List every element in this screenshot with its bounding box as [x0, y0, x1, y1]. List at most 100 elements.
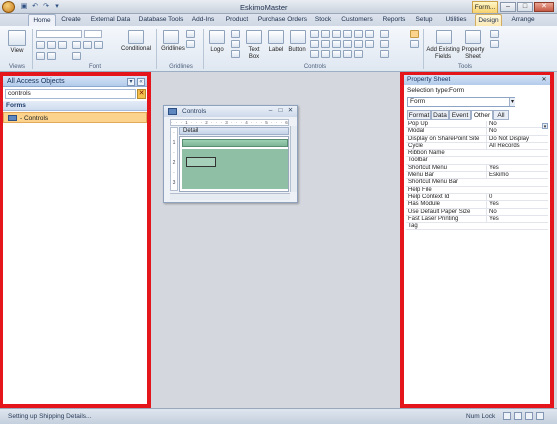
nav-menu-chevron-icon[interactable]: ▾ [127, 78, 135, 86]
close-icon[interactable]: ✕ [540, 76, 548, 84]
font-color-icon[interactable] [36, 52, 45, 60]
italic-icon[interactable] [47, 41, 56, 49]
property-row[interactable]: Use Default Paper Size No [406, 208, 548, 216]
select-pointer-icon[interactable] [410, 30, 419, 38]
view-button-label[interactable]: View [4, 48, 30, 55]
nav-group-forms[interactable]: Forms [3, 101, 147, 111]
tab-external-data[interactable]: External Data [88, 14, 133, 26]
font-name-combo[interactable] [36, 30, 82, 38]
form-header-control[interactable] [182, 139, 288, 147]
property-row[interactable]: Display on SharePoint Site Do Not Display [406, 135, 548, 143]
list-box-icon[interactable] [310, 40, 319, 48]
conditional-button-label[interactable]: Conditional [118, 46, 154, 53]
office-button-icon[interactable] [2, 1, 15, 13]
tab-format[interactable]: Format [407, 110, 431, 120]
add-existing-fields-icon[interactable] [436, 30, 452, 44]
tab-purchase-orders[interactable]: Purchase Orders [257, 14, 308, 26]
tab-stock[interactable]: Stock [313, 14, 333, 26]
select-all-icon[interactable] [380, 40, 389, 48]
convert-macros-icon[interactable] [490, 40, 499, 48]
tab-arrange[interactable]: Arrange [507, 14, 539, 26]
save-icon[interactable]: ▣ [20, 3, 28, 11]
hyperlink-icon[interactable] [332, 50, 341, 58]
format-painter-icon[interactable] [72, 52, 81, 60]
button-icon[interactable] [290, 30, 306, 44]
button-button-label[interactable]: Button [284, 47, 310, 54]
form-design-canvas[interactable] [179, 136, 289, 192]
redo-icon[interactable]: ↷ [42, 3, 50, 11]
unbound-object-frame-icon[interactable] [343, 40, 352, 48]
bold-icon[interactable] [36, 41, 45, 49]
tab-event[interactable]: Event [449, 110, 471, 120]
datasheet-view-icon[interactable] [514, 412, 522, 420]
property-row[interactable]: Shortcut Menu Yes [406, 164, 548, 173]
tab-utilities[interactable]: Utilities [440, 14, 472, 26]
check-box-icon[interactable] [332, 40, 341, 48]
property-row[interactable]: Cycle All Records [406, 142, 548, 151]
detail-section-header[interactable]: Detail [179, 127, 289, 135]
line-icon[interactable] [321, 30, 330, 38]
view-code-icon[interactable] [490, 30, 499, 38]
property-sheet-icon[interactable] [465, 30, 481, 44]
title-icon[interactable] [231, 30, 240, 38]
property-value[interactable]: No [486, 208, 548, 216]
maximize-button[interactable]: □ [517, 2, 533, 12]
clear-search-icon[interactable]: ✕ [137, 89, 146, 99]
vertical-scrollbar[interactable] [290, 126, 297, 192]
tab-design[interactable]: Design [475, 14, 502, 26]
tab-setup[interactable]: Setup [413, 14, 435, 26]
rectangle-icon[interactable] [321, 40, 330, 48]
form-background-region[interactable] [182, 149, 288, 189]
horizontal-scrollbar[interactable] [170, 193, 290, 200]
textbox-button-label[interactable]: Text Box [243, 47, 265, 61]
option-group-icon[interactable] [354, 30, 363, 38]
minimize-button[interactable]: – [500, 2, 516, 12]
property-row[interactable]: Help Context Id 0 [406, 193, 548, 202]
combo-box-icon[interactable] [310, 30, 319, 38]
property-value[interactable]: Yes [486, 215, 548, 223]
align-right-icon[interactable] [94, 41, 103, 49]
view-icon[interactable] [8, 30, 26, 46]
nav-pane-title[interactable]: All Access Objects [7, 78, 65, 85]
property-value[interactable]: Do Not Display [486, 135, 548, 143]
underline-icon[interactable] [58, 41, 67, 49]
tab-control-icon[interactable] [343, 30, 352, 38]
subform-icon[interactable] [365, 40, 374, 48]
property-value[interactable]: All Records [486, 142, 548, 150]
property-value[interactable]: No [486, 121, 548, 128]
toggle-button-icon[interactable] [332, 30, 341, 38]
form-control-box[interactable] [186, 157, 216, 167]
logo-icon[interactable] [209, 30, 225, 44]
label-icon[interactable] [268, 30, 284, 44]
property-value[interactable]: Eskimo [486, 172, 548, 180]
property-value[interactable]: Yes [486, 164, 548, 172]
control-wizards-icon[interactable] [380, 50, 389, 58]
logo-button-label[interactable]: Logo [206, 47, 228, 54]
property-row[interactable]: Ribbon Name [406, 150, 548, 158]
minimize-icon[interactable]: – [266, 107, 275, 115]
tab-add-ins[interactable]: Add-Ins [189, 14, 217, 26]
image-icon[interactable] [321, 50, 330, 58]
gridlines-icon[interactable] [163, 30, 179, 44]
property-value[interactable]: Yes [486, 201, 548, 209]
tab-product[interactable]: Product [222, 14, 252, 26]
attachment-icon[interactable] [343, 50, 352, 58]
undo-icon[interactable]: ↶ [31, 3, 39, 11]
tab-home[interactable]: Home [28, 14, 56, 26]
nav-item-controls-form[interactable]: - Controls [3, 112, 147, 123]
property-row[interactable]: Toolbar [406, 157, 548, 165]
activex-icon[interactable] [410, 40, 419, 48]
customize-icon[interactable]: ▾ [53, 3, 61, 11]
add-existing-fields-label[interactable]: Add Existing Fields [425, 47, 461, 61]
form-view-icon[interactable] [503, 412, 511, 420]
tab-database-tools[interactable]: Database Tools [137, 14, 185, 26]
layout-view-icon[interactable] [525, 412, 533, 420]
close-icon[interactable]: ✕ [286, 107, 295, 115]
property-value[interactable]: 0 [486, 193, 548, 201]
insert-page-break-icon[interactable] [365, 30, 374, 38]
design-view-icon[interactable] [536, 412, 544, 420]
shutter-bar-close-icon[interactable]: « [137, 78, 145, 86]
chevron-down-icon[interactable]: ▾ [509, 98, 515, 106]
property-row[interactable]: Shortcut Menu Bar [406, 179, 548, 187]
property-sheet-button-label[interactable]: Property Sheet [460, 47, 486, 61]
